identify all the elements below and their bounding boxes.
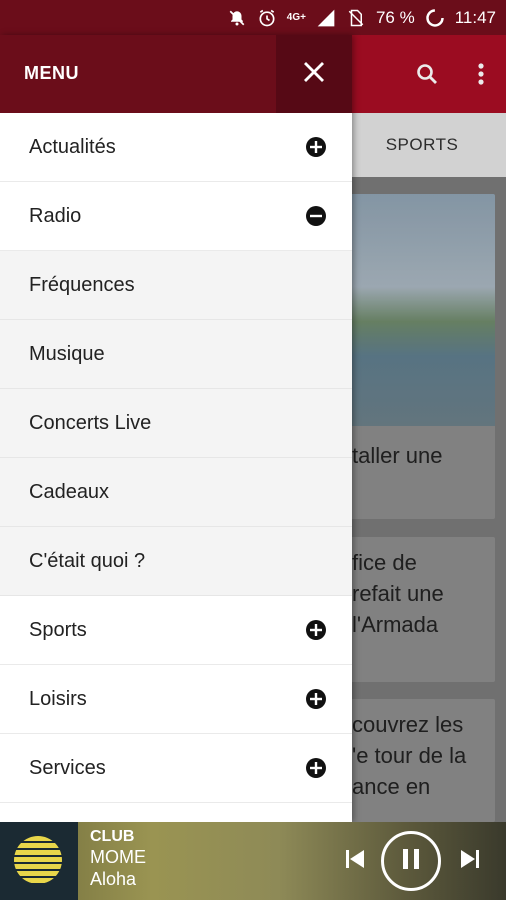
menu-item[interactable]: Musique <box>0 320 352 389</box>
battery-percent: 76 % <box>375 7 415 27</box>
collapse-icon[interactable] <box>306 206 326 226</box>
expand-icon[interactable] <box>306 689 326 709</box>
now-playing: CLUB MOME Aloha <box>90 828 146 890</box>
expand-icon[interactable] <box>306 137 326 157</box>
menu-item[interactable]: Services <box>0 734 352 803</box>
close-button[interactable] <box>276 35 352 113</box>
expand-icon[interactable] <box>306 620 326 640</box>
menu-item[interactable]: C'était quoi ? <box>0 527 352 596</box>
clock: 11:47 <box>454 7 496 27</box>
no-sim-icon <box>346 8 366 28</box>
pause-button[interactable] <box>381 831 441 891</box>
show-name: CLUB <box>90 828 135 845</box>
menu-item-label: Radio <box>29 204 82 227</box>
drawer-header: MENU <box>0 35 352 113</box>
bell-off-icon <box>227 8 247 28</box>
album-cover <box>0 822 78 900</box>
network-type: 4G+ <box>286 12 306 23</box>
menu-item-label: Services <box>29 756 106 779</box>
menu-item[interactable]: Loisirs <box>0 665 352 734</box>
track-title: Aloha <box>90 869 137 889</box>
navigation-drawer: MENU Actualités Radio Fréquences Musique Con… <box>0 35 352 822</box>
menu-item-label: Cadeaux <box>29 480 110 503</box>
skip-next-icon <box>458 847 482 876</box>
menu-item-label: Sports <box>29 618 87 641</box>
scrim[interactable] <box>352 35 506 822</box>
menu-item-label: Actualités <box>29 135 116 158</box>
next-button[interactable] <box>455 846 485 876</box>
menu-item-label: Concerts Live <box>29 411 152 434</box>
artist-name: MOME <box>90 847 146 867</box>
menu-list: Actualités Radio Fréquences Musique Concerts… <box>0 113 352 803</box>
menu-item-label: Fréquences <box>29 273 135 296</box>
menu-item[interactable]: Actualités <box>0 113 352 182</box>
menu-item[interactable]: Sports <box>0 596 352 665</box>
battery-icon <box>425 8 445 28</box>
previous-button[interactable] <box>340 846 370 876</box>
menu-item-label: Loisirs <box>29 687 87 710</box>
menu-item[interactable]: Fréquences <box>0 251 352 320</box>
expand-icon[interactable] <box>306 758 326 778</box>
skip-previous-icon <box>343 847 367 876</box>
menu-item-label: C'était quoi ? <box>29 549 146 572</box>
mini-player[interactable]: CLUB MOME Aloha <box>0 822 506 900</box>
close-icon <box>303 61 325 88</box>
menu-item[interactable]: Radio <box>0 182 352 251</box>
status-bar: 4G+ 76 % 11:47 <box>0 0 506 35</box>
drawer-title: MENU <box>24 63 79 83</box>
signal-icon <box>316 8 336 28</box>
menu-item[interactable]: Cadeaux <box>0 458 352 527</box>
alarm-icon <box>257 8 277 28</box>
menu-item-label: Musique <box>29 342 105 365</box>
menu-item[interactable]: Concerts Live <box>0 389 352 458</box>
pause-icon <box>401 847 421 876</box>
